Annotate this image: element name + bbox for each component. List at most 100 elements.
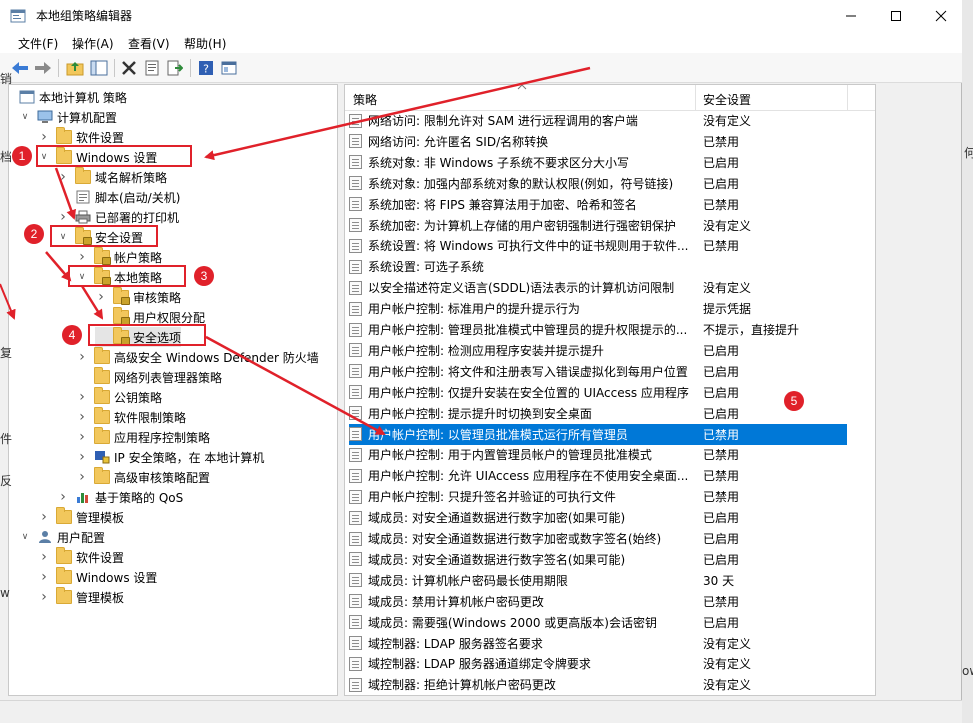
policy-row[interactable]: 域成员: 对安全通道数据进行数字加密或数字签名(始终) 已启用 bbox=[349, 528, 847, 549]
policy-row[interactable]: 用户帐户控制: 检测应用程序安装并提示提升 已启用 bbox=[349, 340, 847, 361]
policy-row[interactable]: 域成员: 计算机帐户密码最长使用期限 30 天 bbox=[349, 570, 847, 591]
menu-file[interactable]: 文件(F) bbox=[18, 35, 58, 52]
chevron-right-icon[interactable]: › bbox=[57, 169, 69, 185]
tree-item-user-administrative-templates[interactable]: › 管理模板 bbox=[38, 587, 124, 607]
export-list-button[interactable] bbox=[165, 58, 185, 78]
back-button[interactable] bbox=[10, 58, 30, 78]
chevron-right-icon[interactable]: › bbox=[76, 469, 88, 485]
column-divider[interactable] bbox=[695, 85, 696, 111]
policy-row[interactable]: 系统设置: 可选子系统 bbox=[349, 256, 847, 277]
policy-row[interactable]: 域控制器: LDAP 服务器通道绑定令牌要求 没有定义 bbox=[349, 653, 847, 674]
policy-row[interactable]: 用户帐户控制: 允许 UIAccess 应用程序在不使用安全桌面... 已禁用 bbox=[349, 465, 847, 486]
tree-item-account-policies[interactable]: › 帐户策略 bbox=[76, 247, 162, 267]
policy-setting-value: 已禁用 bbox=[703, 594, 740, 609]
chevron-right-icon[interactable]: › bbox=[95, 289, 107, 305]
tree-item-policy-based-qos[interactable]: › 基于策略的 QoS bbox=[57, 487, 183, 507]
chevron-right-icon[interactable]: › bbox=[38, 509, 50, 525]
tree-item-user-configuration[interactable]: ∨ 用户配置 bbox=[19, 527, 105, 547]
show-hide-tree-button[interactable] bbox=[89, 58, 109, 78]
minimize-button[interactable] bbox=[828, 0, 874, 31]
policy-setting-value: 没有定义 bbox=[703, 657, 752, 672]
chevron-right-icon[interactable]: › bbox=[76, 449, 88, 465]
chevron-right-icon[interactable]: › bbox=[38, 549, 50, 565]
tree-item-advanced-audit-policy[interactable]: › 高级审核策略配置 bbox=[76, 467, 210, 487]
tree-item-deployed-printers[interactable]: › 已部署的打印机 bbox=[57, 207, 179, 227]
menu-action[interactable]: 操作(A) bbox=[72, 35, 114, 52]
chevron-right-icon[interactable]: › bbox=[76, 389, 88, 405]
policy-name: 域成员: 禁用计算机帐户密码更改 bbox=[368, 594, 544, 609]
policy-row[interactable]: 域成员: 对安全通道数据进行数字加密(如果可能) 已启用 bbox=[349, 507, 847, 528]
filter-options-button[interactable] bbox=[219, 58, 239, 78]
maximize-button[interactable] bbox=[873, 0, 919, 31]
policy-setting-icon bbox=[349, 364, 362, 379]
chevron-right-icon[interactable]: › bbox=[38, 589, 50, 605]
policy-row[interactable]: 域成员: 禁用计算机帐户密码更改 已禁用 bbox=[349, 591, 847, 612]
tree-item-public-key-policies[interactable]: › 公钥策略 bbox=[76, 387, 162, 407]
chevron-right-icon[interactable]: › bbox=[38, 569, 50, 585]
properties-button[interactable] bbox=[142, 58, 162, 78]
policy-row[interactable]: 域成员: 需要强(Windows 2000 或更高版本)会话密钥 已启用 bbox=[349, 612, 847, 633]
policy-row[interactable]: 以安全描述符定义语言(SDDL)语法表示的计算机访问限制 没有定义 bbox=[349, 277, 847, 298]
delete-button[interactable] bbox=[119, 58, 139, 78]
policy-row[interactable]: 网络访问: 限制允许对 SAM 进行远程调用的客户端 没有定义 bbox=[349, 110, 847, 131]
chevron-right-icon[interactable]: › bbox=[76, 249, 88, 265]
policy-row[interactable]: 系统对象: 非 Windows 子系统不要求区分大小写 已启用 bbox=[349, 152, 847, 173]
tree-item-computer-configuration[interactable]: ∨ 计算机配置 bbox=[19, 107, 117, 127]
column-header-policy[interactable]: 策略 bbox=[353, 91, 377, 108]
policy-row[interactable]: 网络访问: 允许匿名 SID/名称转换 已禁用 bbox=[349, 131, 847, 152]
tree-item-windows-defender-firewall[interactable]: › 高级安全 Windows Defender 防火墙 bbox=[76, 347, 319, 367]
policy-row[interactable]: 域控制器: LDAP 服务器签名要求 没有定义 bbox=[349, 633, 847, 654]
menu-help[interactable]: 帮助(H) bbox=[184, 35, 226, 52]
chevron-right-icon[interactable]: › bbox=[76, 409, 88, 425]
tree-item-network-list-manager-policies[interactable]: 网络列表管理器策略 bbox=[76, 367, 222, 387]
chevron-right-icon[interactable]: › bbox=[38, 129, 50, 145]
tree-item-ip-security-policies[interactable]: › IP 安全策略，在 本地计算机 bbox=[76, 447, 264, 467]
tree-item-administrative-templates[interactable]: › 管理模板 bbox=[38, 507, 124, 527]
policy-row[interactable]: 域控制器: 拒绝计算机帐户密码更改 没有定义 bbox=[349, 674, 847, 695]
policy-row[interactable]: 用户帐户控制: 用于内置管理员帐户的管理员批准模式 已禁用 bbox=[349, 444, 847, 465]
menu-view[interactable]: 查看(V) bbox=[128, 35, 170, 52]
policy-row[interactable]: 用户帐户控制: 管理员批准模式中管理员的提升权限提示的... 不提示，直接提升 bbox=[349, 319, 847, 340]
chevron-right-icon[interactable]: › bbox=[76, 349, 88, 365]
background-text-fragment: ow bbox=[962, 664, 973, 678]
tree-item-application-control-policies[interactable]: › 应用程序控制策略 bbox=[76, 427, 210, 447]
policy-row[interactable]: 用户帐户控制: 只提升签名并验证的可执行文件 已禁用 bbox=[349, 486, 847, 507]
chevron-down-icon[interactable]: ∨ bbox=[19, 532, 31, 542]
app-icon bbox=[10, 9, 26, 23]
policy-row[interactable]: 用户帐户控制: 仅提升安装在安全位置的 UIAccess 应用程序 已启用 bbox=[349, 382, 847, 403]
chevron-right-icon[interactable]: › bbox=[76, 429, 88, 445]
column-divider[interactable] bbox=[847, 85, 848, 111]
title-bar[interactable]: 本地组策略编辑器 bbox=[0, 0, 962, 31]
console-tree[interactable]: 本地计算机 策略 ∨ 计算机配置 › 软件设置 ∨ Windows 设置 › 域名解析策略 脚本(… bbox=[8, 84, 338, 696]
policy-row[interactable]: 系统加密: 将 FIPS 兼容算法用于加密、哈希和签名 已禁用 bbox=[349, 194, 847, 215]
tree-item-software-restriction-policies[interactable]: › 软件限制策略 bbox=[76, 407, 186, 427]
close-button[interactable] bbox=[918, 0, 964, 31]
policy-row[interactable]: 系统设置: 将 Windows 可执行文件中的证书规则用于软件... 已禁用 bbox=[349, 235, 847, 256]
policy-row[interactable]: 用户帐户控制: 提示提升时切换到安全桌面 已启用 bbox=[349, 403, 847, 424]
policy-row[interactable]: 系统对象: 加强内部系统对象的默认权限(例如，符号链接) 已启用 bbox=[349, 173, 847, 194]
help-button[interactable]: ? bbox=[196, 58, 216, 78]
tree-item-scripts-startup-shutdown[interactable]: 脚本(启动/关机) bbox=[57, 187, 180, 207]
policy-row[interactable]: 用户帐户控制: 标准用户的提升提示行为 提示凭据 bbox=[349, 298, 847, 319]
chevron-right-icon[interactable]: › bbox=[57, 209, 69, 225]
folder-icon bbox=[56, 547, 72, 564]
policy-setting-icon bbox=[349, 447, 362, 462]
policy-row[interactable]: 系统加密: 为计算机上存储的用户密钥强制进行强密钥保护 没有定义 bbox=[349, 215, 847, 236]
tree-item-audit-policy[interactable]: › 审核策略 bbox=[95, 287, 181, 307]
chevron-right-icon[interactable]: › bbox=[57, 489, 69, 505]
tree-item-local-computer-policy[interactable]: 本地计算机 策略 bbox=[19, 87, 127, 107]
column-header-setting[interactable]: 安全设置 bbox=[703, 91, 751, 108]
policy-row[interactable]: 用户帐户控制: 将文件和注册表写入错误虚拟化到每用户位置 已启用 bbox=[349, 361, 847, 382]
forward-button[interactable] bbox=[33, 58, 53, 78]
up-one-level-button[interactable] bbox=[65, 58, 85, 78]
tree-item-user-software-settings[interactable]: › 软件设置 bbox=[38, 547, 124, 567]
tree-item-name-resolution-policy[interactable]: › 域名解析策略 bbox=[57, 167, 167, 187]
tree-item-user-windows-settings[interactable]: › Windows 设置 bbox=[38, 567, 157, 587]
policy-row[interactable]: 用户帐户控制: 以管理员批准模式运行所有管理员 已禁用 bbox=[349, 423, 847, 445]
policy-row[interactable]: 域成员: 对安全通道数据进行数字签名(如果可能) 已启用 bbox=[349, 549, 847, 570]
policy-list[interactable]: 策略 安全设置 网络访问: 限制允许对 SAM 进行远程调用的客户端 没有定义 网络… bbox=[344, 84, 876, 696]
policy-setting-icon bbox=[349, 322, 362, 337]
highlight-security-options bbox=[88, 324, 206, 346]
tree-item-software-settings[interactable]: › 软件设置 bbox=[38, 127, 124, 147]
chevron-down-icon[interactable]: ∨ bbox=[19, 112, 31, 122]
